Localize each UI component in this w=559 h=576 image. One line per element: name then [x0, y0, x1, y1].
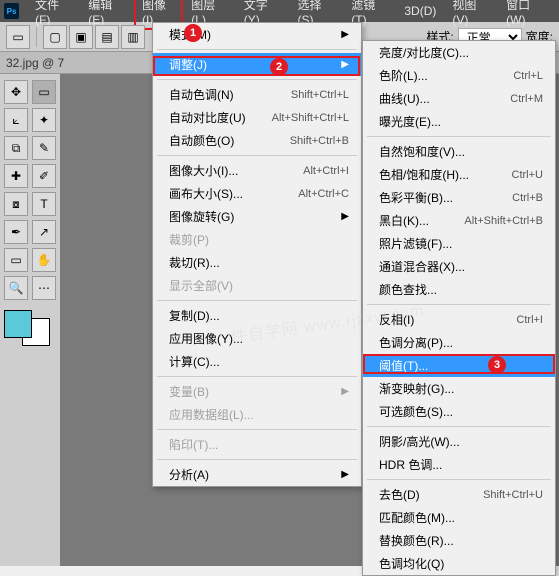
- zoom-tool-icon[interactable]: 🔍: [4, 276, 28, 300]
- menu-divider: [367, 304, 551, 305]
- chevron-right-icon: ▶: [341, 59, 349, 70]
- marquee-preset-icon[interactable]: ▭: [6, 25, 30, 49]
- menu-divider: [157, 155, 357, 156]
- menu-divider: [367, 136, 551, 137]
- menu-canvassize[interactable]: 画布大小(S)...Alt+Ctrl+C: [153, 182, 361, 205]
- tools-panel: ✥ ▭ ⟀ ✦ ⧉ ✎ ✚ ✐ ⧇ T ✒ ↗ ▭ ✋ 🔍 ⋯: [0, 74, 60, 566]
- menu-trim[interactable]: 裁切(R)...: [153, 251, 361, 274]
- pen-tool-icon[interactable]: ✒: [4, 220, 28, 244]
- hand-tool-icon[interactable]: ✋: [32, 248, 56, 272]
- menu-exposure[interactable]: 曝光度(E)...: [363, 110, 555, 133]
- shape-tool-icon[interactable]: ▭: [4, 248, 28, 272]
- ps-logo: Ps: [4, 3, 19, 19]
- menu-adjustments[interactable]: 调整(J)▶: [153, 53, 361, 76]
- menu-posterize[interactable]: 色调分离(P)...: [363, 331, 555, 354]
- menu-analysis[interactable]: 分析(A)▶: [153, 463, 361, 486]
- menu-desaturate[interactable]: 去色(D)Shift+Ctrl+U: [363, 483, 555, 506]
- menubar: Ps 文件(F) 编辑(E) 图像(I) 图层(L) 文字(Y) 选择(S) 滤…: [0, 0, 559, 22]
- chevron-right-icon: ▶: [341, 29, 349, 40]
- move-tool-icon[interactable]: ✥: [4, 80, 28, 104]
- menu-3d[interactable]: 3D(D): [396, 1, 444, 21]
- menu-channelmixer[interactable]: 通道混合器(X)...: [363, 255, 555, 278]
- menu-applydataset: 应用数据组(L)...: [153, 403, 361, 426]
- menu-huesat[interactable]: 色相/饱和度(H)...Ctrl+U: [363, 163, 555, 186]
- callout-1: 1: [184, 24, 202, 42]
- menu-window[interactable]: 窗口(W): [498, 0, 555, 30]
- menu-autotone[interactable]: 自动色调(N)Shift+Ctrl+L: [153, 83, 361, 106]
- menu-divider: [157, 429, 357, 430]
- menu-divider: [157, 300, 357, 301]
- path-tool-icon[interactable]: ↗: [32, 220, 56, 244]
- boolean-add-icon[interactable]: ▣: [69, 25, 93, 49]
- menu-threshold[interactable]: 阈值(T)...: [363, 354, 555, 377]
- menu-trap: 陷印(T)...: [153, 433, 361, 456]
- menu-matchcolor[interactable]: 匹配颜色(M)...: [363, 506, 555, 529]
- edit-toolbar-icon[interactable]: ⋯: [32, 276, 56, 300]
- image-menu-popup: 模式(M)▶ 调整(J)▶ 自动色调(N)Shift+Ctrl+L 自动对比度(…: [152, 22, 362, 487]
- menu-colorlookup[interactable]: 颜色查找...: [363, 278, 555, 301]
- boolean-intersect-icon[interactable]: ▥: [121, 25, 145, 49]
- menu-vibrance[interactable]: 自然饱和度(V)...: [363, 140, 555, 163]
- menu-shadowhighlight[interactable]: 阴影/高光(W)...: [363, 430, 555, 453]
- color-swatch[interactable]: [4, 310, 50, 346]
- chevron-right-icon: ▶: [341, 386, 349, 397]
- menu-colorbalance[interactable]: 色彩平衡(B)...Ctrl+B: [363, 186, 555, 209]
- menu-curves[interactable]: 曲线(U)...Ctrl+M: [363, 87, 555, 110]
- stamp-tool-icon[interactable]: ⧇: [4, 192, 28, 216]
- brush-tool-icon[interactable]: ✐: [32, 164, 56, 188]
- lasso-tool-icon[interactable]: ⟀: [4, 108, 28, 132]
- menu-applyimage[interactable]: 应用图像(Y)...: [153, 327, 361, 350]
- chevron-right-icon: ▶: [341, 469, 349, 480]
- menu-view[interactable]: 视图(V): [444, 0, 498, 30]
- menu-equalize[interactable]: 色调均化(Q): [363, 552, 555, 575]
- menu-photofilter[interactable]: 照片滤镜(F)...: [363, 232, 555, 255]
- eyedropper-tool-icon[interactable]: ✎: [32, 136, 56, 160]
- menu-revealall: 显示全部(V): [153, 274, 361, 297]
- menu-calculations[interactable]: 计算(C)...: [153, 350, 361, 373]
- callout-2: 2: [270, 58, 288, 76]
- menu-autocontrast[interactable]: 自动对比度(U)Alt+Shift+Ctrl+L: [153, 106, 361, 129]
- menu-replacecolor[interactable]: 替换颜色(R)...: [363, 529, 555, 552]
- crop-tool-icon[interactable]: ⧉: [4, 136, 28, 160]
- menu-hdrtoning[interactable]: HDR 色调...: [363, 453, 555, 476]
- menu-imagesize[interactable]: 图像大小(I)...Alt+Ctrl+I: [153, 159, 361, 182]
- menu-divider: [367, 479, 551, 480]
- menu-divider: [157, 376, 357, 377]
- menu-levels[interactable]: 色阶(L)...Ctrl+L: [363, 64, 555, 87]
- chevron-right-icon: ▶: [341, 211, 349, 222]
- separator: [36, 27, 37, 47]
- fg-color-icon[interactable]: [4, 310, 32, 338]
- menu-blackwhite[interactable]: 黑白(K)...Alt+Shift+Ctrl+B: [363, 209, 555, 232]
- menu-invert[interactable]: 反相(I)Ctrl+I: [363, 308, 555, 331]
- callout-3: 3: [488, 356, 506, 374]
- type-tool-icon[interactable]: T: [32, 192, 56, 216]
- menu-divider: [157, 79, 357, 80]
- menu-divider: [157, 49, 357, 50]
- wand-tool-icon[interactable]: ✦: [32, 108, 56, 132]
- menu-divider: [157, 459, 357, 460]
- adjustments-submenu: 亮度/对比度(C)... 色阶(L)...Ctrl+L 曲线(U)...Ctrl…: [362, 40, 556, 576]
- menu-gradientmap[interactable]: 渐变映射(G)...: [363, 377, 555, 400]
- menu-imagerotate[interactable]: 图像旋转(G)▶: [153, 205, 361, 228]
- boolean-new-icon[interactable]: ▢: [43, 25, 67, 49]
- boolean-sub-icon[interactable]: ▤: [95, 25, 119, 49]
- menu-divider: [367, 426, 551, 427]
- menu-duplicate[interactable]: 复制(D)...: [153, 304, 361, 327]
- menu-brightness-contrast[interactable]: 亮度/对比度(C)...: [363, 41, 555, 64]
- menu-autocolor[interactable]: 自动颜色(O)Shift+Ctrl+B: [153, 129, 361, 152]
- marquee-tool-icon[interactable]: ▭: [32, 80, 56, 104]
- menu-crop: 裁剪(P): [153, 228, 361, 251]
- healing-tool-icon[interactable]: ✚: [4, 164, 28, 188]
- menu-selectivecolor[interactable]: 可选颜色(S)...: [363, 400, 555, 423]
- menu-variables: 变量(B)▶: [153, 380, 361, 403]
